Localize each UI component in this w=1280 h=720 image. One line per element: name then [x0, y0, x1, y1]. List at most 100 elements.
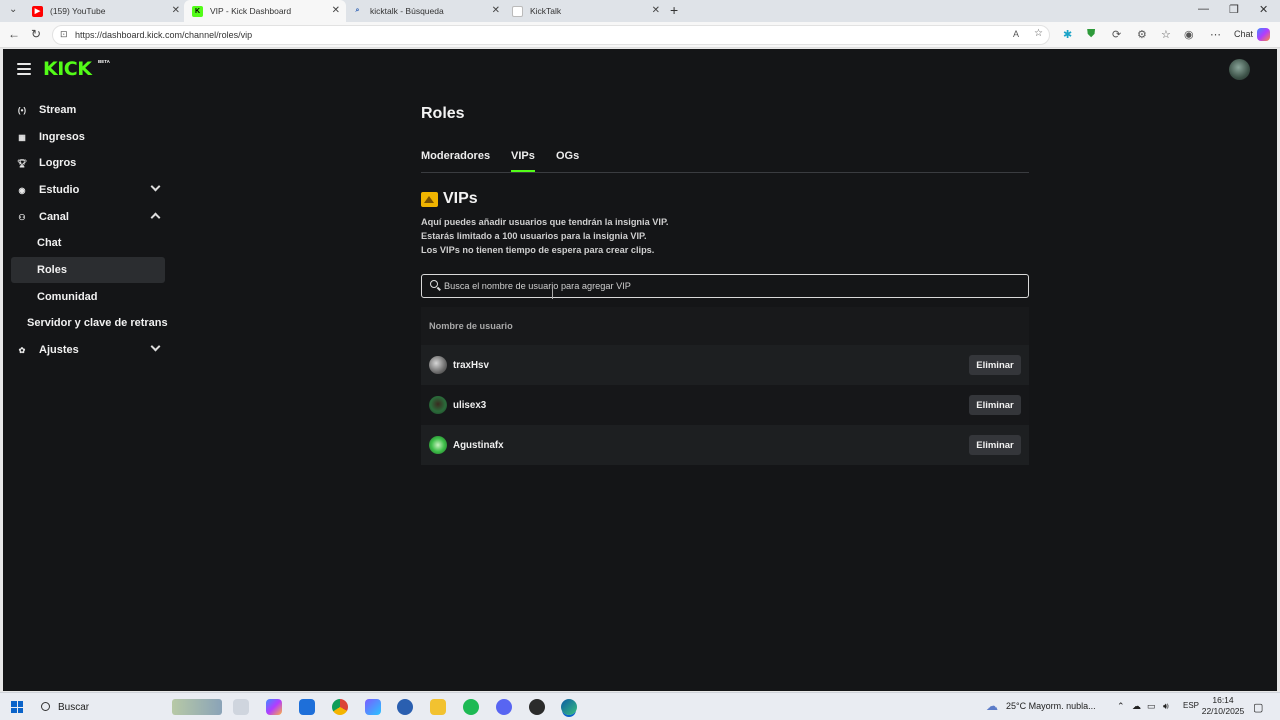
browser-tab-kicktalk[interactable]: KickTalk ✕ [504, 0, 666, 22]
weather-text[interactable]: 25°C Mayorm. nubla... [1006, 701, 1096, 711]
browser-tab-kick-dashboard[interactable]: K VIP - Kick Dashboard ✕ [184, 0, 346, 22]
tabs-divider [421, 172, 1029, 173]
more-options-icon[interactable]: ⋯ [1210, 28, 1221, 41]
menu-icon[interactable] [17, 63, 31, 75]
sidebar-item-servidor[interactable]: Servidor y clave de retrans [11, 310, 181, 336]
taskbar-clock[interactable]: 16:14 22/10/2025 [1200, 695, 1246, 717]
username[interactable]: ulisex3 [453, 400, 486, 411]
favorites-icon[interactable]: ☆ [1161, 28, 1171, 41]
shield-icon[interactable]: ⛊ [1087, 28, 1095, 41]
read-aloud-icon[interactable]: A [1013, 29, 1019, 39]
user-avatar [429, 396, 447, 414]
weather-icon[interactable]: ☁ [986, 699, 998, 713]
kick-logo[interactable]: KICK [43, 58, 92, 80]
obs-app-icon[interactable] [529, 699, 545, 715]
ccleaner-app-icon[interactable] [397, 699, 413, 715]
profile-icon[interactable]: ◉ [1184, 28, 1194, 41]
new-tab-icon[interactable]: + [670, 2, 678, 18]
copilot-app-icon[interactable] [266, 699, 282, 715]
tab-moderadores[interactable]: Moderadores [421, 150, 490, 162]
sidebar-item-stream[interactable]: (•) Stream [11, 97, 165, 123]
minimize-icon[interactable]: — [1198, 3, 1209, 15]
tab-list-chevron-icon[interactable]: ⌄ [9, 4, 17, 15]
sidebar-item-label: Canal [39, 211, 69, 223]
sidebar-item-canal[interactable]: ⚇ Canal [11, 204, 165, 230]
browser-tab-strip: ⌄ ▶ (159) YouTube ✕ K VIP - Kick Dashboa… [0, 0, 1280, 22]
kick-favicon-icon: K [192, 5, 203, 17]
sidebar-item-roles[interactable]: Roles [11, 257, 165, 283]
address-bar[interactable]: ⊡ https://dashboard.kick.com/channel/rol… [52, 25, 1050, 45]
tab-vips[interactable]: VIPs [511, 150, 535, 162]
tab-title: VIP - Kick Dashboard [210, 6, 292, 16]
task-view-icon[interactable] [233, 699, 249, 715]
username[interactable]: Agustinafx [453, 440, 504, 451]
search-highlight-icon[interactable] [172, 699, 222, 715]
refresh-icon[interactable]: ↻ [31, 27, 41, 41]
chrome-app-icon[interactable] [332, 699, 348, 715]
site-info-icon[interactable]: ⊡ [60, 29, 68, 40]
remove-vip-button[interactable]: Eliminar [969, 395, 1021, 415]
close-tab-icon[interactable]: ✕ [652, 5, 660, 16]
sidebar-item-estudio[interactable]: ◉ Estudio [11, 177, 165, 203]
restore-icon[interactable]: ❐ [1229, 3, 1239, 16]
language-indicator[interactable]: ESP [1183, 701, 1199, 710]
column-username: Nombre de usuario [429, 321, 513, 331]
sidebar-item-ingresos[interactable]: ▦ Ingresos [11, 124, 165, 150]
extensions-puzzle-icon[interactable]: ⚙ [1137, 28, 1147, 41]
copilot-icon[interactable] [1257, 28, 1270, 41]
sidebar-item-label: Ingresos [39, 131, 85, 143]
section-title: VIPs [443, 190, 478, 207]
youtube-favicon-icon: ▶ [32, 5, 43, 17]
vip-search-field[interactable] [421, 274, 1029, 298]
browser-tab-youtube[interactable]: ▶ (159) YouTube ✕ [24, 0, 186, 22]
user-avatar[interactable] [1229, 59, 1250, 80]
sidebar-item-label: Ajustes [39, 344, 79, 356]
vip-search-input[interactable] [444, 278, 1004, 294]
sidebar-item-chat[interactable]: Chat [11, 230, 165, 256]
mail-app-icon[interactable] [299, 699, 315, 715]
sidebar-item-label: Servidor y clave de retrans [27, 317, 168, 329]
tab-title: KickTalk [530, 6, 562, 16]
chevron-up-icon [150, 212, 161, 223]
sidebar-item-label: Comunidad [37, 291, 98, 303]
sidebar-item-logros[interactable]: 🏆︎ Logros [11, 150, 165, 176]
sidebar-item-label: Roles [37, 264, 67, 276]
username[interactable]: traxHsv [453, 360, 489, 371]
chat-button[interactable]: Chat [1234, 29, 1253, 39]
browser-toolbar: ← ↻ ⊡ https://dashboard.kick.com/channel… [0, 22, 1280, 48]
close-tab-icon[interactable]: ✕ [492, 5, 500, 16]
tab-ogs[interactable]: OGs [556, 150, 579, 162]
tray-chevron-up-icon[interactable]: ⌃ [1117, 701, 1125, 712]
edge-app-icon[interactable] [561, 699, 577, 715]
channel-icon: ⚇ [18, 212, 26, 222]
extension-icon[interactable]: ✱ [1063, 28, 1072, 41]
table-header: Nombre de usuario [421, 307, 1029, 345]
sidebar-item-ajustes[interactable]: ✿ Ajustes [11, 337, 165, 363]
windows-start-icon[interactable] [11, 701, 23, 713]
sidebar-item-comunidad[interactable]: Comunidad [11, 284, 165, 310]
volume-icon[interactable]: 🔊︎ [1163, 701, 1169, 712]
close-tab-icon[interactable]: ✕ [172, 5, 180, 16]
chart-icon: ▦ [18, 132, 26, 142]
discord-app-icon[interactable] [496, 699, 512, 715]
refresh-extension-icon[interactable]: ⟳ [1112, 28, 1121, 41]
url-text: https://dashboard.kick.com/channel/roles… [75, 30, 253, 40]
remove-vip-button[interactable]: Eliminar [969, 435, 1021, 455]
tray-app-icon[interactable]: ☁ [1132, 701, 1141, 712]
tab-title: (159) YouTube [50, 6, 106, 16]
clock-time: 16:14 [1212, 695, 1234, 705]
text-cursor-icon [552, 287, 558, 299]
notifications-icon[interactable]: ▢ [1253, 701, 1263, 714]
close-tab-icon[interactable]: ✕ [332, 5, 340, 16]
app-icon[interactable] [365, 699, 381, 715]
close-window-icon[interactable]: ✕ [1259, 3, 1268, 16]
network-icon[interactable]: ▭ [1147, 701, 1156, 712]
back-icon[interactable]: ← [8, 27, 20, 41]
favorite-star-icon[interactable]: ☆ [1034, 28, 1043, 39]
remove-vip-button[interactable]: Eliminar [969, 355, 1021, 375]
studio-icon: ◉ [18, 185, 26, 195]
spotify-app-icon[interactable] [463, 699, 479, 715]
file-explorer-icon[interactable] [430, 699, 446, 715]
chevron-down-icon [150, 341, 161, 352]
browser-tab-kicktalk-search[interactable]: ⌕ kicktalk - Búsqueda ✕ [344, 0, 506, 22]
